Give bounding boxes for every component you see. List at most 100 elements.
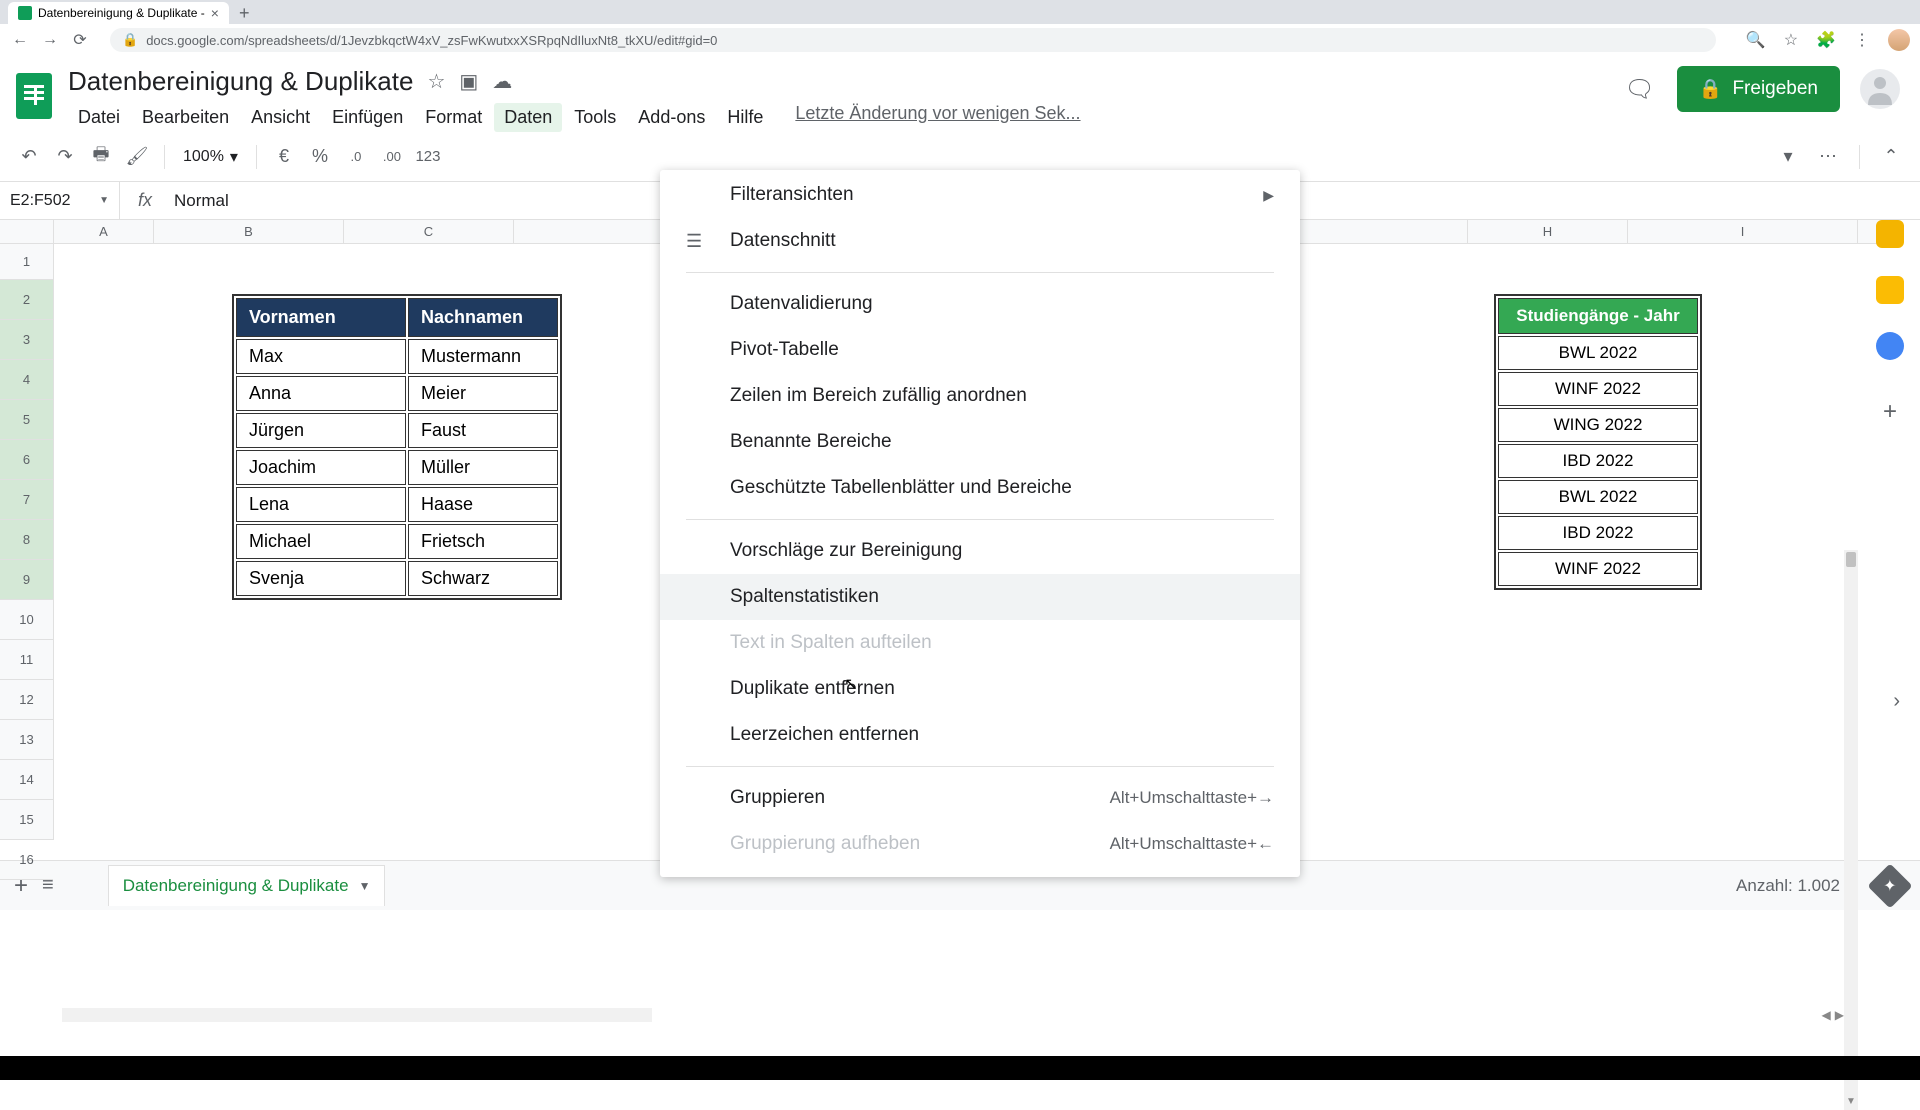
- row-header[interactable]: 12: [0, 680, 53, 720]
- collapse-toolbar-icon[interactable]: ⌃: [1876, 142, 1906, 172]
- menu-pivot-table[interactable]: Pivot-Tabelle: [660, 327, 1300, 373]
- row-header[interactable]: 4: [0, 360, 53, 400]
- row-header[interactable]: 14: [0, 760, 53, 800]
- row-header[interactable]: 5: [0, 400, 53, 440]
- star-icon[interactable]: ☆: [1784, 30, 1798, 50]
- menu-named-ranges[interactable]: Benannte Bereiche: [660, 419, 1300, 465]
- table-cell[interactable]: Müller: [408, 450, 558, 485]
- menu-tools[interactable]: Tools: [564, 103, 626, 132]
- chevron-down-icon[interactable]: ▼: [359, 879, 371, 893]
- menu-data[interactable]: Daten: [494, 103, 562, 132]
- table-cell[interactable]: Max: [236, 339, 406, 374]
- menu-trim-whitespace[interactable]: Leerzeichen entfernen: [660, 712, 1300, 758]
- vertical-scrollbar[interactable]: ▼: [1844, 550, 1858, 1110]
- table-cell[interactable]: Svenja: [236, 561, 406, 596]
- more-tools-icon[interactable]: ⋯: [1813, 142, 1843, 172]
- menu-group[interactable]: GruppierenAlt+Umschalttaste+→: [660, 775, 1300, 821]
- table-cell[interactable]: IBD 2022: [1498, 444, 1698, 478]
- print-icon[interactable]: 🖶: [86, 142, 116, 172]
- menu-edit[interactable]: Bearbeiten: [132, 103, 239, 132]
- side-panel-expand-icon[interactable]: ›: [1893, 690, 1900, 713]
- address-bar[interactable]: 🔒 docs.google.com/spreadsheets/d/1Jevzbk…: [110, 28, 1716, 52]
- move-folder-icon[interactable]: ▣: [459, 69, 478, 94]
- percent-icon[interactable]: %: [305, 142, 335, 172]
- menu-help[interactable]: Hilfe: [717, 103, 773, 132]
- row-header[interactable]: 11: [0, 640, 53, 680]
- count-info[interactable]: Anzahl: 1.002: [1736, 876, 1840, 896]
- document-title[interactable]: Datenbereinigung & Duplikate: [68, 66, 413, 97]
- select-all-corner[interactable]: [0, 220, 54, 244]
- star-doc-icon[interactable]: ☆: [427, 69, 445, 94]
- menu-protected-sheets[interactable]: Geschützte Tabellenblätter und Bereiche: [660, 465, 1300, 511]
- col-header-c[interactable]: C: [344, 220, 514, 243]
- menu-filter-views[interactable]: Filteransichten▶: [660, 172, 1300, 218]
- table-cell[interactable]: WINF 2022: [1498, 552, 1698, 586]
- row-header[interactable]: 7: [0, 480, 53, 520]
- browser-menu-icon[interactable]: ⋮: [1854, 30, 1870, 50]
- back-icon[interactable]: ←: [10, 31, 30, 49]
- insert-chart-icon[interactable]: ▾: [1773, 142, 1803, 172]
- table-cell[interactable]: Faust: [408, 413, 558, 448]
- comments-icon[interactable]: 🗨: [1623, 72, 1657, 106]
- row-header[interactable]: 15: [0, 800, 53, 840]
- row-header[interactable]: 2: [0, 280, 53, 320]
- keep-icon[interactable]: [1876, 276, 1904, 304]
- menu-randomize-rows[interactable]: Zeilen im Bereich zufällig anordnen: [660, 373, 1300, 419]
- row-header[interactable]: 8: [0, 520, 53, 560]
- sheets-logo-icon[interactable]: [10, 66, 58, 126]
- table-cell[interactable]: Meier: [408, 376, 558, 411]
- table-cell[interactable]: BWL 2022: [1498, 336, 1698, 370]
- calendar-icon[interactable]: [1876, 220, 1904, 248]
- menu-cleanup-suggestions[interactable]: Vorschläge zur Bereinigung: [660, 528, 1300, 574]
- tasks-icon[interactable]: [1876, 332, 1904, 360]
- format-number-button[interactable]: 123: [413, 142, 443, 172]
- row-header[interactable]: 10: [0, 600, 53, 640]
- row-header[interactable]: 1: [0, 244, 53, 280]
- menu-format[interactable]: Format: [415, 103, 492, 132]
- tab-close-icon[interactable]: ×: [211, 5, 219, 21]
- sheet-tab[interactable]: Datenbereinigung & Duplikate ▼: [108, 865, 386, 906]
- name-box[interactable]: E2:F502 ▼: [0, 182, 120, 219]
- menu-remove-duplicates[interactable]: Duplikate entfernen: [660, 666, 1300, 712]
- browser-tab[interactable]: Datenbereinigung & Duplikate - ×: [8, 2, 229, 24]
- undo-icon[interactable]: ↶: [14, 142, 44, 172]
- scroll-left-icon[interactable]: ◀: [1822, 1008, 1831, 1022]
- increase-decimal-icon[interactable]: .00: [377, 142, 407, 172]
- col-header-i[interactable]: I: [1628, 220, 1858, 243]
- row-header[interactable]: 6: [0, 440, 53, 480]
- col-header-h[interactable]: H: [1468, 220, 1628, 243]
- cloud-status-icon[interactable]: ☁: [492, 69, 512, 94]
- table-cell[interactable]: Mustermann: [408, 339, 558, 374]
- col-header-b[interactable]: B: [154, 220, 344, 243]
- menu-slicer[interactable]: ☰Datenschnitt: [660, 218, 1300, 264]
- new-tab-button[interactable]: +: [229, 3, 260, 24]
- zoom-select[interactable]: 100% ▾: [177, 147, 244, 167]
- table-cell[interactable]: Jürgen: [236, 413, 406, 448]
- last-edit-link[interactable]: Letzte Änderung vor wenigen Sek...: [795, 103, 1080, 132]
- currency-icon[interactable]: €: [269, 142, 299, 172]
- table-cell[interactable]: Michael: [236, 524, 406, 559]
- table-cell[interactable]: WINF 2022: [1498, 372, 1698, 406]
- row-header[interactable]: 13: [0, 720, 53, 760]
- row-header[interactable]: 9: [0, 560, 53, 600]
- menu-file[interactable]: Datei: [68, 103, 130, 132]
- menu-view[interactable]: Ansicht: [241, 103, 320, 132]
- row-header[interactable]: 16: [0, 840, 53, 880]
- table-cell[interactable]: Joachim: [236, 450, 406, 485]
- scroll-right-icon[interactable]: ▶: [1835, 1008, 1844, 1022]
- paint-format-icon[interactable]: 🖌: [122, 142, 152, 172]
- table-cell[interactable]: WING 2022: [1498, 408, 1698, 442]
- share-button[interactable]: 🔒 Freigeben: [1677, 66, 1840, 112]
- forward-icon[interactable]: →: [40, 31, 60, 49]
- search-icon[interactable]: 🔍: [1746, 30, 1766, 50]
- menu-insert[interactable]: Einfügen: [322, 103, 413, 132]
- horizontal-scrollbar[interactable]: [62, 1008, 652, 1022]
- table-cell[interactable]: IBD 2022: [1498, 516, 1698, 550]
- menu-data-validation[interactable]: Datenvalidierung: [660, 281, 1300, 327]
- user-avatar[interactable]: [1860, 69, 1900, 109]
- reload-icon[interactable]: ⟳: [70, 30, 90, 50]
- table-cell[interactable]: Anna: [236, 376, 406, 411]
- col-header-a[interactable]: A: [54, 220, 154, 243]
- menu-column-stats[interactable]: Spaltenstatistiken: [660, 574, 1300, 620]
- addons-plus-icon[interactable]: +: [1883, 398, 1897, 426]
